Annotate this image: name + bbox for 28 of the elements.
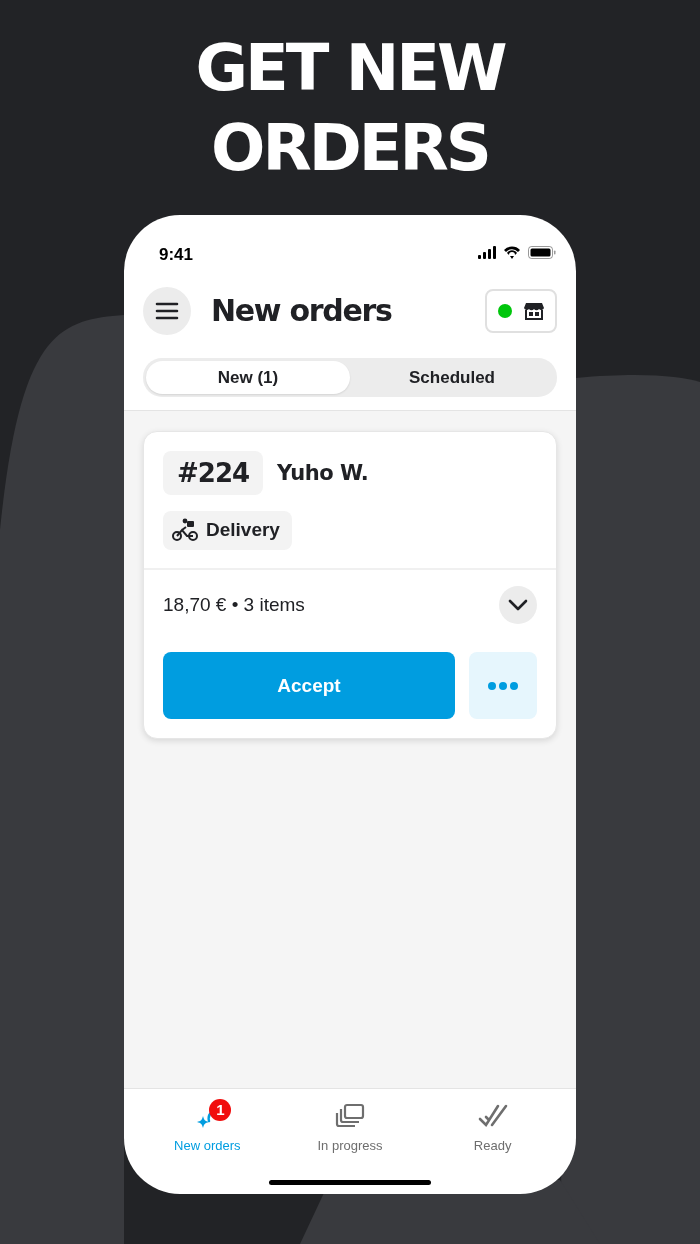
nav-item[interactable]: In progress [295,1101,405,1153]
battery-icon [528,245,556,259]
order-summary: 18,70 € • 3 items [163,594,305,616]
more-icon [488,681,518,690]
menu-button[interactable] [143,286,191,335]
store-status-button[interactable] [485,288,557,333]
double-check-icon [477,1103,508,1129]
nav-item[interactable]: New orders 1 [152,1101,263,1153]
order-number: #224 [163,451,264,495]
more-button[interactable] [469,652,537,719]
accept-button[interactable]: Accept [163,652,455,719]
stack-icon [335,1103,365,1129]
count-badge: 1 [209,1099,232,1121]
expand-button[interactable] [499,586,537,624]
wifi-icon [504,245,520,259]
delivery-tag: Delivery [163,511,292,550]
store-icon [524,301,544,320]
chevron-icon [508,599,528,611]
nav-item[interactable]: Ready [437,1101,548,1153]
cyclist-icon [172,518,198,542]
customer-name: Yuho W. [277,461,369,485]
status-time: 9:41 [159,245,194,266]
menu-icon [155,300,179,321]
tab[interactable]: New (1) [146,361,350,394]
page-title: New orders [211,293,393,328]
tab[interactable]: Scheduled [350,361,554,394]
headline: GET NEW ORDERS [194,30,507,187]
signal-icon [478,245,496,259]
